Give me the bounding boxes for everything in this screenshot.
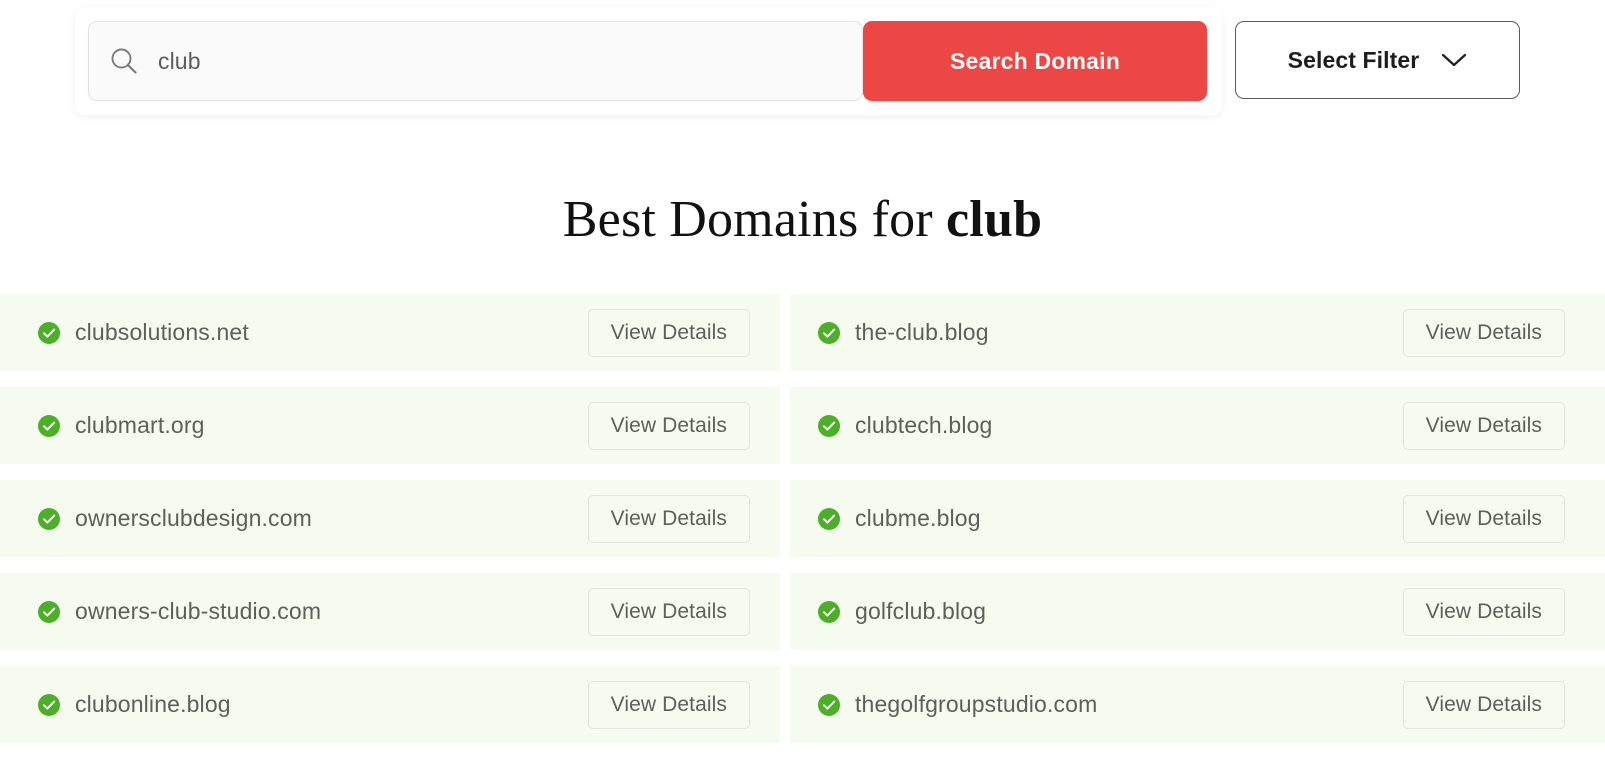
domain-name: clubmart.org — [75, 412, 205, 438]
view-details-button[interactable]: View Details — [1402, 494, 1565, 543]
search-domain-button[interactable]: Search Domain — [863, 21, 1207, 101]
page-title: Best Domains for club — [0, 190, 1605, 249]
select-filter-label: Select Filter — [1287, 46, 1420, 73]
check-circle-icon — [38, 321, 60, 344]
domain-name: thegolfgroupstudio.com — [855, 691, 1098, 717]
check-circle-icon — [38, 507, 60, 530]
check-circle-icon — [38, 600, 60, 623]
domain-name: the-club.blog — [855, 319, 989, 345]
table-row[interactable]: the-club.blog View Details — [790, 294, 1605, 371]
search-card: Search Domain — [75, 7, 1222, 115]
table-row[interactable]: ownersclubdesign.com View Details — [0, 480, 780, 557]
table-row[interactable]: clubtech.blog View Details — [790, 387, 1605, 464]
chevron-down-icon — [1441, 52, 1467, 68]
view-details-button[interactable]: View Details — [587, 587, 750, 636]
table-row[interactable]: owners-club-studio.com View Details — [0, 573, 780, 650]
table-row[interactable]: golfclub.blog View Details — [790, 573, 1605, 650]
check-circle-icon — [818, 507, 840, 530]
check-circle-icon — [818, 321, 840, 344]
table-row[interactable]: thegolfgroupstudio.com View Details — [790, 666, 1605, 743]
domain-results-grid: clubsolutions.net View Details the-club.… — [0, 294, 1605, 743]
search-input[interactable] — [158, 41, 818, 81]
view-details-button[interactable]: View Details — [587, 680, 750, 729]
view-details-button[interactable]: View Details — [1402, 680, 1565, 729]
check-circle-icon — [818, 693, 840, 716]
check-circle-icon — [818, 414, 840, 437]
domain-name: clubme.blog — [855, 505, 981, 531]
check-circle-icon — [38, 693, 60, 716]
domain-name: ownersclubdesign.com — [75, 505, 312, 531]
domain-name: clubtech.blog — [855, 412, 993, 438]
page-title-keyword: club — [946, 191, 1043, 248]
domain-name: owners-club-studio.com — [75, 598, 322, 624]
domain-name: clubsolutions.net — [75, 319, 249, 345]
table-row[interactable]: clubmart.org View Details — [0, 387, 780, 464]
search-input-container[interactable] — [88, 21, 863, 101]
domain-name: clubonline.blog — [75, 691, 231, 717]
table-row[interactable]: clubonline.blog View Details — [0, 666, 780, 743]
table-row[interactable]: clubme.blog View Details — [790, 480, 1605, 557]
table-row[interactable]: clubsolutions.net View Details — [0, 294, 780, 371]
view-details-button[interactable]: View Details — [1402, 308, 1565, 357]
search-icon — [109, 46, 139, 76]
view-details-button[interactable]: View Details — [587, 308, 750, 357]
check-circle-icon — [818, 600, 840, 623]
view-details-button[interactable]: View Details — [1402, 587, 1565, 636]
view-details-button[interactable]: View Details — [587, 401, 750, 450]
search-region: Search Domain Select Filter — [0, 0, 1605, 122]
view-details-button[interactable]: View Details — [587, 494, 750, 543]
domain-name: golfclub.blog — [855, 598, 987, 624]
page-title-prefix: Best Domains for — [562, 191, 947, 248]
select-filter-dropdown[interactable]: Select Filter — [1235, 21, 1520, 99]
view-details-button[interactable]: View Details — [1402, 401, 1565, 450]
check-circle-icon — [38, 414, 60, 437]
